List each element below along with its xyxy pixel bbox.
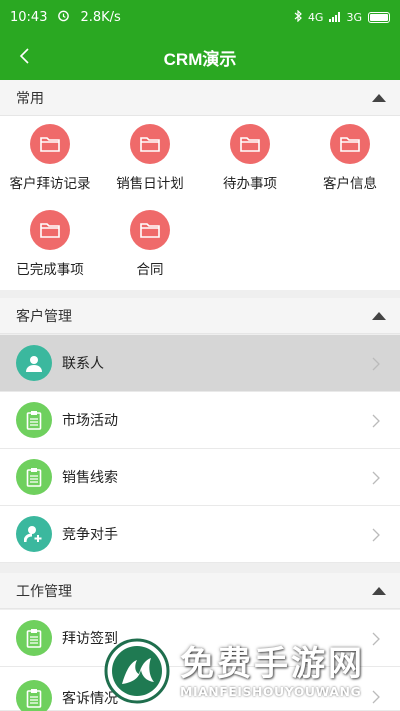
bluetooth-icon — [294, 9, 302, 25]
grid-item-completed[interactable]: 已完成事项 — [0, 210, 100, 278]
page-title: CRM演示 — [163, 49, 237, 69]
list-item-contacts[interactable]: 联系人 — [0, 335, 400, 392]
grid-item-contract[interactable]: 合同 — [100, 210, 200, 278]
folder-icon — [230, 124, 270, 164]
folder-icon — [30, 124, 70, 164]
list-item-label: 销售线索 — [62, 470, 118, 486]
folder-icon — [30, 210, 70, 250]
folder-icon — [330, 124, 370, 164]
section-header-work[interactable]: 工作管理 — [0, 573, 400, 609]
chevron-right-icon — [372, 527, 380, 542]
alarm-icon — [57, 9, 70, 26]
collapse-caret-icon[interactable] — [372, 312, 386, 320]
section-title: 客户管理 — [16, 308, 72, 325]
status-speed: 2.8K/s — [80, 9, 121, 25]
common-grid: 客户拜访记录 销售日计划 待办事项 客户信息 已完成事项 合同 — [0, 116, 400, 290]
status-time: 10:43 — [10, 9, 48, 25]
list-item-label: 联系人 — [62, 356, 104, 372]
status-network-1: 4G — [307, 10, 324, 24]
grid-item-todo[interactable]: 待办事项 — [200, 124, 300, 192]
grid-item-sales-plan[interactable]: 销售日计划 — [100, 124, 200, 192]
clipboard-icon — [16, 679, 52, 711]
status-network-2: 3G — [346, 10, 362, 24]
clipboard-icon — [16, 402, 52, 438]
list-item-sales-leads[interactable]: 销售线索 — [0, 449, 400, 506]
clipboard-icon — [16, 459, 52, 495]
grid-item-label: 客户拜访记录 — [9, 176, 91, 192]
battery-icon — [368, 11, 390, 23]
collapse-caret-icon[interactable] — [372, 94, 386, 102]
list-item-label: 市场活动 — [62, 413, 118, 429]
section-title: 工作管理 — [16, 583, 72, 600]
grid-item-label: 待办事项 — [223, 176, 277, 192]
folder-icon — [130, 124, 170, 164]
grid-item-label: 客户信息 — [323, 176, 377, 192]
grid-item-customer-info[interactable]: 客户信息 — [300, 124, 400, 192]
chevron-right-icon — [372, 413, 380, 428]
watermark: 免费手游网 MIANFEISHOUYOUWANG — [104, 630, 396, 711]
watermark-logo-icon — [104, 638, 170, 704]
back-arrow-icon[interactable] — [14, 44, 38, 68]
grid-item-label: 合同 — [136, 262, 164, 278]
signal-icon — [329, 12, 341, 22]
grid-item-label: 销售日计划 — [116, 176, 184, 192]
status-bar: 10:43 2.8K/s 4G 3G — [0, 0, 400, 34]
grid-item-visit-records[interactable]: 客户拜访记录 — [0, 124, 100, 192]
section-header-customer[interactable]: 客户管理 — [0, 298, 400, 334]
folder-icon — [130, 210, 170, 250]
clipboard-icon — [16, 620, 52, 656]
list-item-marketing[interactable]: 市场活动 — [0, 392, 400, 449]
list-item-label: 竞争对手 — [62, 527, 118, 543]
list-item-competitors[interactable]: 竞争对手 — [0, 506, 400, 563]
collapse-caret-icon[interactable] — [372, 587, 386, 595]
section-header-common[interactable]: 常用 — [0, 80, 400, 116]
person-add-icon — [16, 516, 52, 552]
grid-item-label: 已完成事项 — [16, 262, 84, 278]
watermark-title: 免费手游网 — [180, 644, 365, 684]
app-bar: CRM演示 — [0, 34, 400, 80]
chevron-right-icon — [372, 470, 380, 485]
section-title: 常用 — [16, 90, 44, 107]
watermark-subtitle: MIANFEISHOUYOUWANG — [180, 684, 362, 699]
chevron-right-icon — [372, 356, 380, 371]
person-icon — [16, 345, 52, 381]
